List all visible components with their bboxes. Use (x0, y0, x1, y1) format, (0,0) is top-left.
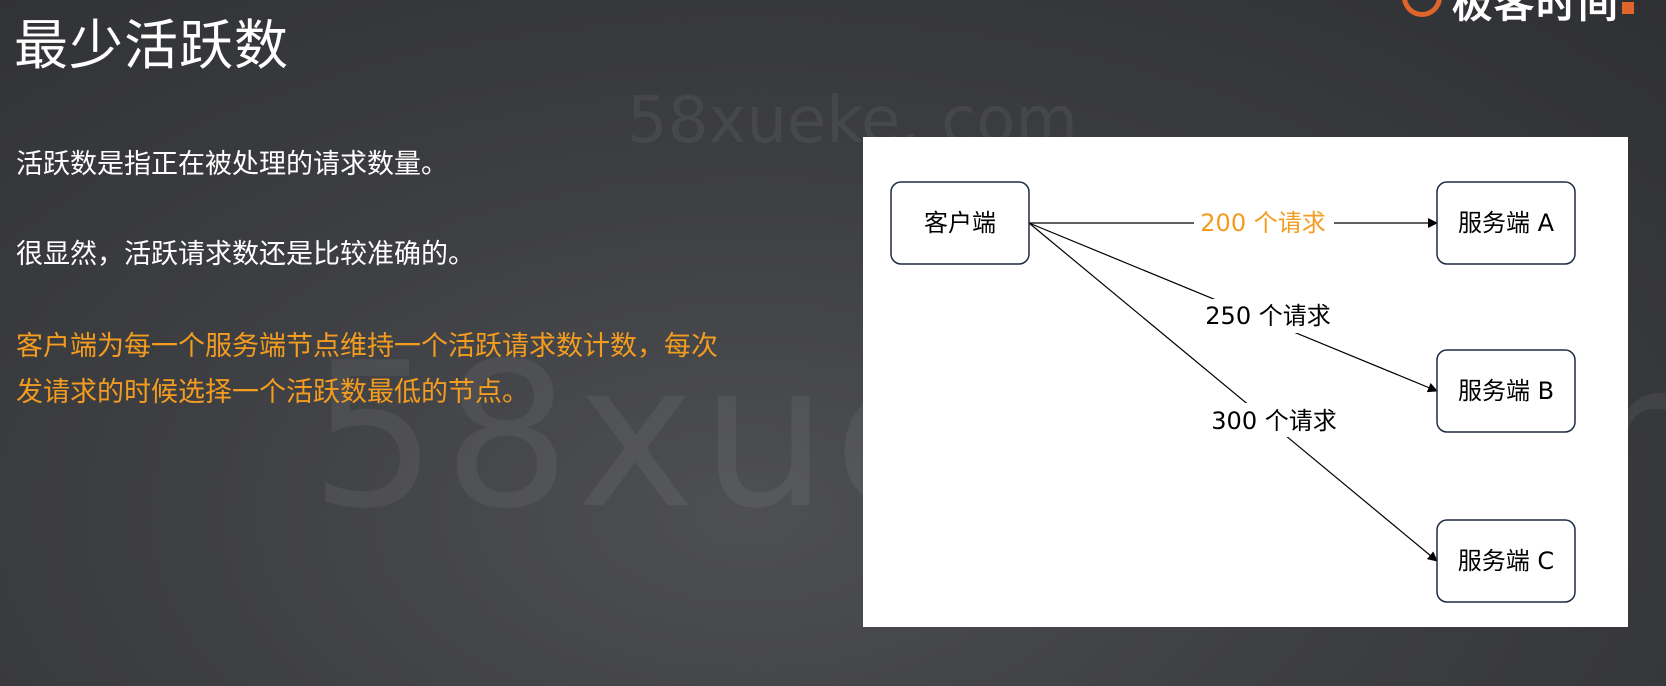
edge-label-server-b: 250 个请求 (1205, 302, 1330, 330)
slide-title: 最少活跃数 (14, 14, 289, 77)
edge-label-server-c: 300 个请求 (1211, 407, 1336, 435)
logo-wordmark: 极客时间 (1452, 0, 1620, 27)
node-server-b: 服务端 B (1436, 349, 1576, 433)
node-server-a-label: 服务端 A (1458, 209, 1555, 237)
load-balance-diagram: 200 个请求 250 个请求 300 个请求 客户端 服务端 A 服务端 B … (863, 137, 1628, 627)
node-server-c-label: 服务端 C (1458, 547, 1554, 575)
node-server-c: 服务端 C (1436, 519, 1576, 603)
logo-mark-icon (1402, 0, 1442, 17)
edge-client-to-server-b: 250 个请求 (1028, 222, 1438, 393)
node-server-a: 服务端 A (1436, 181, 1576, 265)
edge-client-to-server-c: 300 个请求 (1028, 222, 1438, 562)
paragraph-accuracy: 很显然，活跃请求数还是比较准确的。 (16, 239, 475, 270)
diagram-canvas: 200 个请求 250 个请求 300 个请求 客户端 服务端 A 服务端 B … (890, 181, 1576, 603)
node-client: 客户端 (890, 181, 1030, 265)
edge-client-to-server-a: 200 个请求 (1029, 205, 1438, 239)
paragraph-definition: 活跃数是指正在被处理的请求数量。 (16, 149, 448, 180)
edge-label-server-a: 200 个请求 (1200, 209, 1325, 237)
logo-badge-icon (1622, 2, 1634, 14)
node-client-label: 客户端 (924, 209, 996, 237)
paragraph-strategy: 客户端为每一个服务端节点维持一个活跃请求数计数，每次发请求的时候选择一个活跃数最… (16, 331, 718, 408)
logo: 极客时间 (1402, 0, 1634, 27)
node-server-b-label: 服务端 B (1458, 377, 1554, 405)
